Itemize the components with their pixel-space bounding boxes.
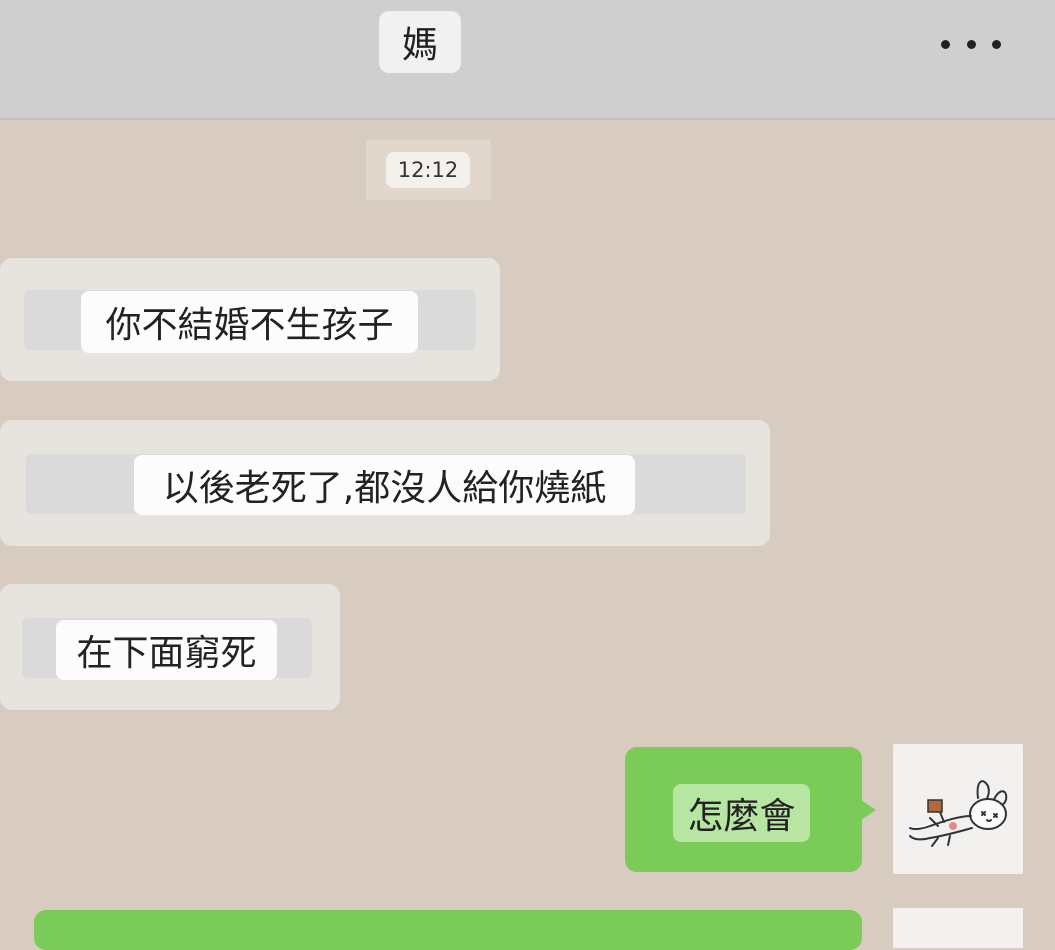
- outgoing-message-bubble[interactable]: 怎麼會: [625, 747, 862, 872]
- more-dots-icon: [966, 39, 976, 49]
- more-dots-icon: [941, 39, 950, 49]
- message-text: 以後老死了,都沒人給你燒紙: [134, 455, 635, 515]
- timestamp-container: 12:12: [366, 140, 491, 200]
- incoming-message-bubble[interactable]: 以後老死了,都沒人給你燒紙: [0, 420, 770, 546]
- more-dots-icon: [992, 39, 1001, 49]
- incoming-message-bubble[interactable]: 你不結婚不生孩子: [0, 258, 500, 381]
- avatar[interactable]: [893, 744, 1023, 874]
- outgoing-message-bubble[interactable]: [34, 910, 862, 950]
- message-text: 你不結婚不生孩子: [81, 291, 418, 353]
- bubble-tail: [858, 798, 876, 822]
- chat-title[interactable]: 媽: [379, 11, 461, 73]
- incoming-message-bubble[interactable]: 在下面窮死: [0, 584, 340, 710]
- chat-header: 媽: [0, 0, 1055, 120]
- more-options-button[interactable]: [941, 32, 1001, 56]
- message-timestamp: 12:12: [386, 152, 470, 188]
- avatar[interactable]: [893, 908, 1023, 948]
- message-text: 在下面窮死: [56, 620, 277, 680]
- message-text: 怎麼會: [673, 784, 810, 842]
- rabbit-avatar-icon: [909, 780, 1008, 847]
